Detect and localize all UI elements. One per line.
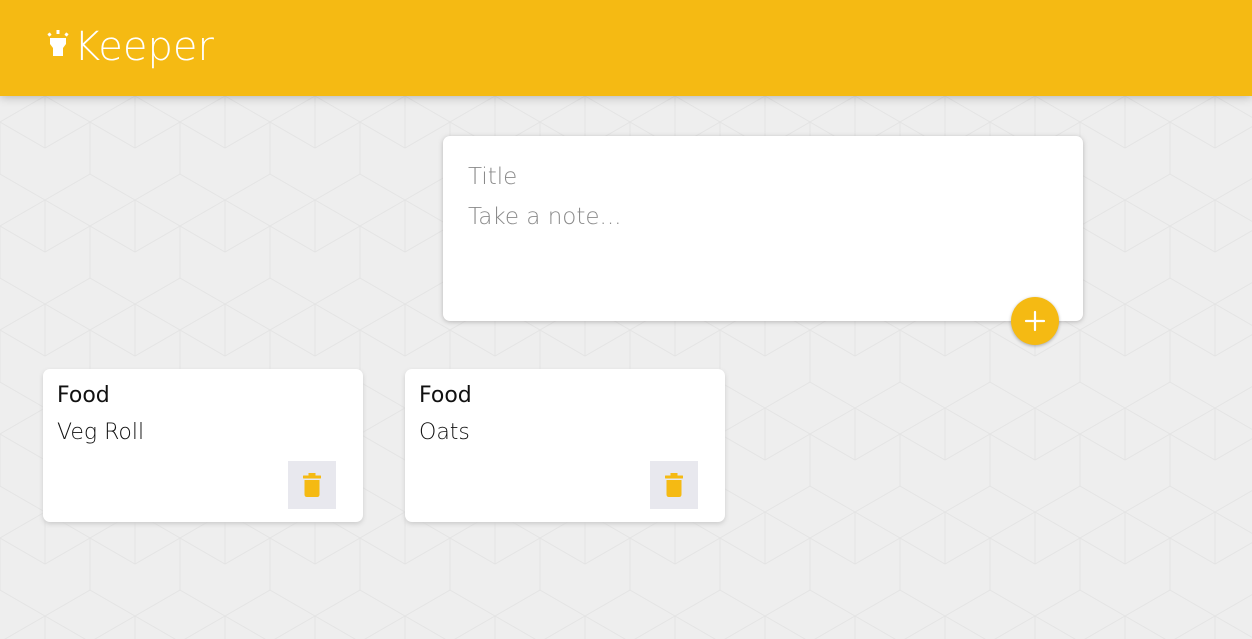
create-note-form bbox=[443, 136, 1083, 321]
trash-icon bbox=[303, 473, 321, 497]
app-header: Keeper bbox=[0, 0, 1252, 96]
lightbulb-icon bbox=[47, 30, 69, 56]
note-content: Oats bbox=[419, 420, 470, 445]
trash-icon bbox=[665, 473, 683, 497]
note-content: Veg Roll bbox=[57, 420, 145, 445]
plus-icon bbox=[1024, 310, 1046, 332]
note-title: Food bbox=[419, 383, 472, 408]
note-card: Food Veg Roll bbox=[43, 369, 363, 522]
note-content-input[interactable] bbox=[468, 204, 1058, 284]
note-title: Food bbox=[57, 383, 110, 408]
note-card: Food Oats bbox=[405, 369, 725, 522]
app-title: Keeper bbox=[74, 24, 214, 70]
add-note-button[interactable] bbox=[1011, 297, 1059, 345]
note-title-input[interactable] bbox=[468, 162, 1058, 192]
delete-note-button[interactable] bbox=[650, 461, 698, 509]
delete-note-button[interactable] bbox=[288, 461, 336, 509]
app-logo: Keeper bbox=[46, 22, 214, 72]
